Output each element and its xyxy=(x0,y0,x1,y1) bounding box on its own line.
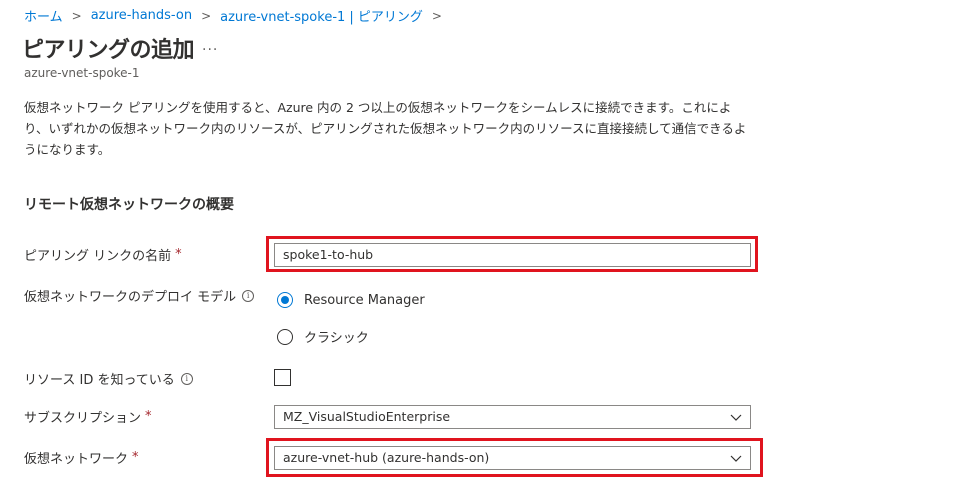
breadcrumb-home[interactable]: ホーム xyxy=(24,6,63,25)
deploy-model-label: 仮想ネットワークのデプロイ モデル i xyxy=(24,286,255,305)
required-marker: * xyxy=(145,409,152,424)
link-name-label-text: ピアリング リンクの名前 xyxy=(24,249,172,264)
section-title: リモート仮想ネットワークの概要 xyxy=(24,197,234,213)
radio-checked-icon[interactable] xyxy=(277,292,293,308)
resource-id-checkbox[interactable] xyxy=(274,369,291,386)
required-marker: * xyxy=(132,450,139,465)
vnet-label-text: 仮想ネットワーク xyxy=(24,452,129,467)
breadcrumb-vnet-peering[interactable]: azure-vnet-spoke-1 | ピアリング xyxy=(220,6,423,25)
link-name-input[interactable]: spoke1-to-hub xyxy=(274,243,751,267)
radio-unchecked-icon[interactable] xyxy=(277,328,293,345)
subscription-select-value: MZ_VisualStudioEnterprise xyxy=(283,409,451,424)
breadcrumb-resource-group[interactable]: azure-hands-on xyxy=(91,8,192,23)
link-name-label: ピアリング リンクの名前 * xyxy=(24,245,182,264)
info-icon[interactable]: i xyxy=(180,372,193,385)
vnet-select-value: azure-vnet-hub (azure-hands-on) xyxy=(283,450,490,465)
breadcrumb: ホーム > azure-hands-on > azure-vnet-spoke-… xyxy=(24,6,451,25)
resource-id-label: リソース ID を知っている i xyxy=(24,369,193,388)
required-marker: * xyxy=(175,247,182,262)
page-description: 仮想ネットワーク ピアリングを使用すると、Azure 内の 2 つ以上の仮想ネッ… xyxy=(24,100,747,157)
radio-classic-label: クラシック xyxy=(304,331,369,346)
deploy-model-label-text: 仮想ネットワークのデプロイ モデル xyxy=(24,290,237,305)
page-subtitle: azure-vnet-spoke-1 xyxy=(24,66,140,80)
resource-id-label-text: リソース ID を知っている xyxy=(24,373,175,388)
subscription-label-text: サブスクリプション xyxy=(24,411,142,426)
vnet-label: 仮想ネットワーク * xyxy=(24,448,139,467)
radio-resource-manager[interactable]: Resource Manager xyxy=(277,292,425,308)
radio-classic[interactable]: クラシック xyxy=(277,327,369,346)
page-title: ピアリングの追加 xyxy=(22,38,195,63)
vnet-select[interactable]: azure-vnet-hub (azure-hands-on) xyxy=(274,446,751,470)
more-options-icon[interactable]: ... xyxy=(202,38,218,54)
breadcrumb-separator: > xyxy=(431,8,442,23)
chevron-down-icon xyxy=(730,455,742,462)
breadcrumb-separator: > xyxy=(201,8,212,23)
subscription-select[interactable]: MZ_VisualStudioEnterprise xyxy=(274,405,751,429)
chevron-down-icon xyxy=(730,414,742,421)
radio-resource-manager-label: Resource Manager xyxy=(304,292,425,308)
info-icon[interactable]: i xyxy=(242,289,255,302)
breadcrumb-separator: > xyxy=(71,8,82,23)
subscription-label: サブスクリプション * xyxy=(24,407,152,426)
